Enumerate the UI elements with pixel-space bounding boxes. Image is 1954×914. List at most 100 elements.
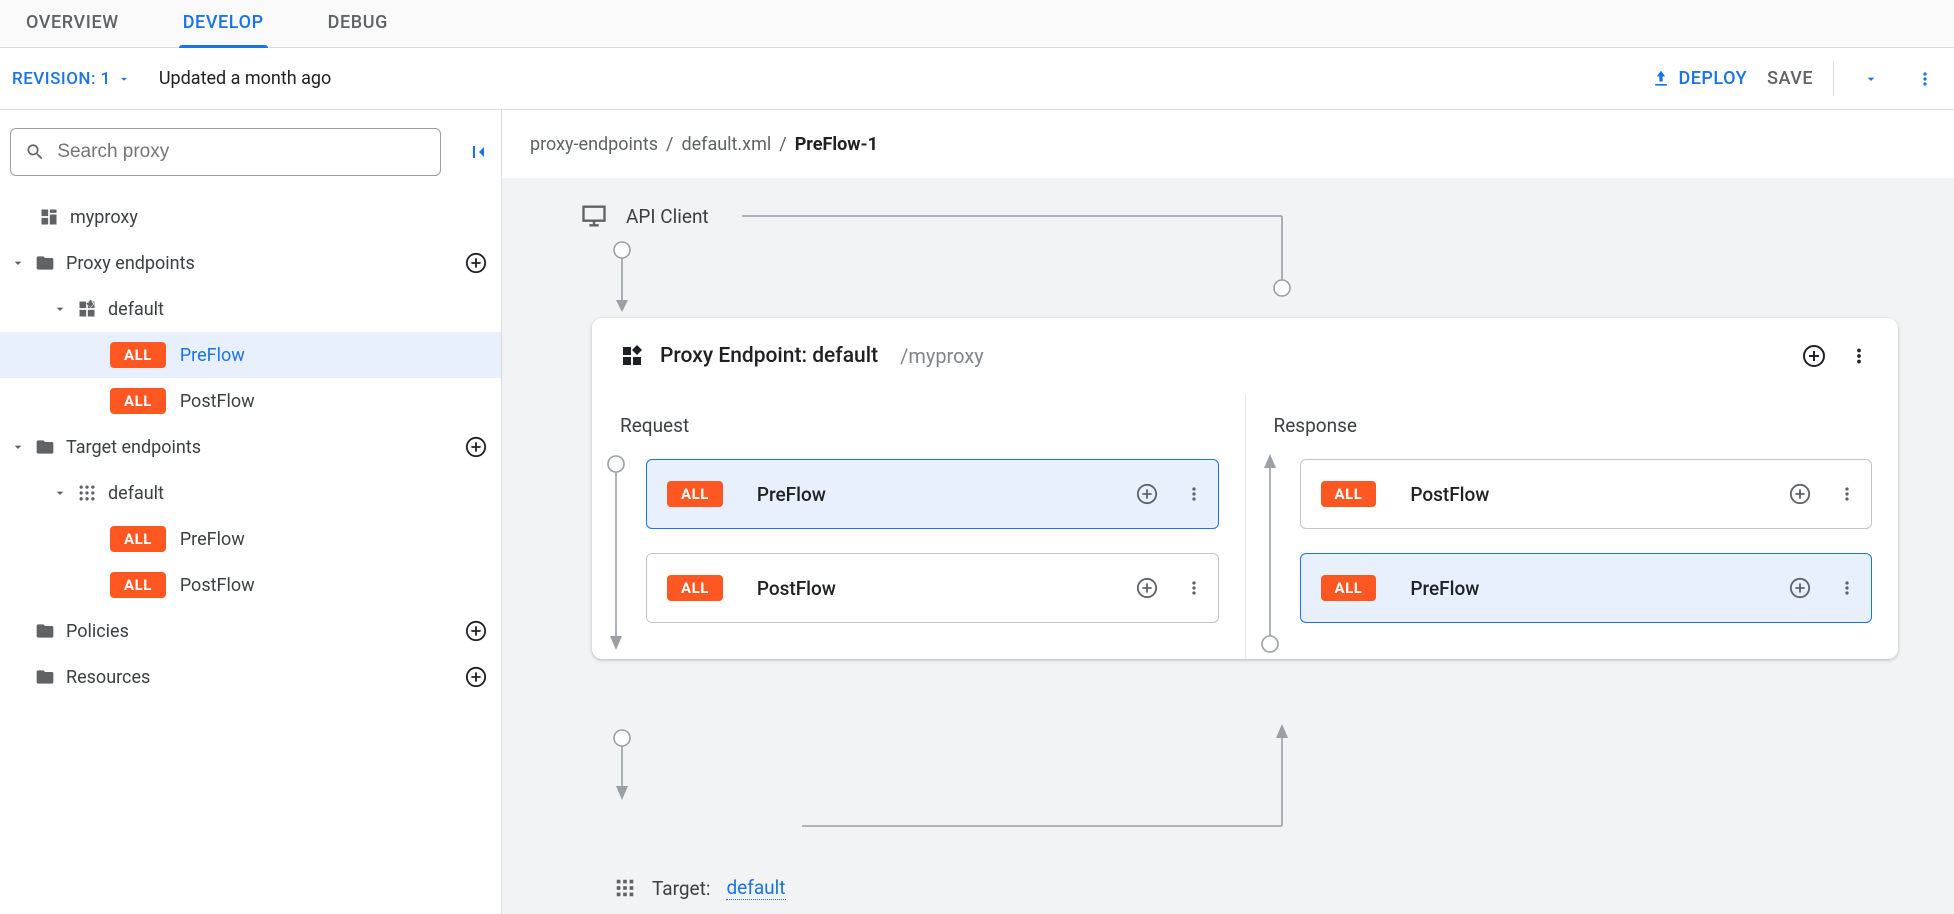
tree-section-resources[interactable]: Resources xyxy=(0,654,501,700)
more-vert-icon xyxy=(1184,484,1204,504)
add-step-button[interactable] xyxy=(1136,483,1158,505)
widgets-icon xyxy=(74,299,100,319)
folder-icon xyxy=(32,437,58,457)
section-label: Target endpoints xyxy=(66,437,465,458)
add-policy-button[interactable] xyxy=(465,620,487,642)
tree-proxy-root[interactable]: myproxy xyxy=(0,194,501,240)
expand-toggle[interactable] xyxy=(46,301,74,317)
expand-toggle[interactable] xyxy=(4,255,32,271)
flow-name: PostFlow xyxy=(1410,483,1489,506)
tree-section-proxy-endpoints[interactable]: Proxy endpoints xyxy=(0,240,501,286)
flow-label: PreFlow xyxy=(180,529,493,550)
canvas: proxy-endpoints / default.xml / PreFlow-… xyxy=(502,110,1954,914)
request-postflow-box[interactable]: ALL PostFlow xyxy=(646,553,1219,623)
plus-circle-icon xyxy=(1789,483,1811,505)
dashboard-icon xyxy=(36,207,62,227)
search-icon xyxy=(25,141,45,163)
collapse-sidebar-button[interactable] xyxy=(467,140,491,164)
save-dropdown-button[interactable] xyxy=(1854,62,1888,96)
target-node: Target: default xyxy=(614,876,786,900)
more-menu-button[interactable] xyxy=(1908,62,1942,96)
expand-toggle[interactable] xyxy=(4,439,32,455)
flow-more-button[interactable] xyxy=(1184,484,1204,504)
add-resource-button[interactable] xyxy=(465,666,487,688)
response-postflow-box[interactable]: ALL PostFlow xyxy=(1300,459,1873,529)
response-arrow xyxy=(1260,454,1280,654)
breadcrumb-current: PreFlow-1 xyxy=(795,134,878,155)
flow-more-button[interactable] xyxy=(1837,484,1857,504)
tree-flow-preflow-target[interactable]: ALL PreFlow xyxy=(0,516,501,562)
plus-circle-icon xyxy=(1136,483,1158,505)
request-heading: Request xyxy=(620,414,1219,437)
deploy-icon xyxy=(1651,69,1671,89)
chevron-down-icon xyxy=(10,255,26,271)
expand-toggle[interactable] xyxy=(46,485,74,501)
tab-overview[interactable]: OVERVIEW xyxy=(24,12,121,47)
flow-label: PostFlow xyxy=(180,575,493,596)
badge-all: ALL xyxy=(110,526,166,552)
target-label: Target: xyxy=(652,877,710,900)
endpoint-more-button[interactable] xyxy=(1848,345,1870,367)
updated-text: Updated a month ago xyxy=(159,68,331,89)
plus-circle-icon xyxy=(465,436,487,458)
more-vert-icon xyxy=(1837,484,1857,504)
response-preflow-box[interactable]: ALL PreFlow xyxy=(1300,553,1873,623)
flow-name: PreFlow xyxy=(1410,577,1479,600)
search-input[interactable] xyxy=(55,140,426,164)
flow-name: PreFlow xyxy=(757,483,826,506)
endpoint-default-label: default xyxy=(108,483,493,504)
flow-more-button[interactable] xyxy=(1184,578,1204,598)
tree-flow-postflow-proxy[interactable]: ALL PostFlow xyxy=(0,378,501,424)
add-target-endpoint-button[interactable] xyxy=(465,436,487,458)
folder-icon xyxy=(32,253,58,273)
separator xyxy=(1833,62,1834,96)
section-label: Resources xyxy=(66,667,465,688)
section-label: Policies xyxy=(66,621,465,642)
toolbar: REVISION: 1 Updated a month ago DEPLOY S… xyxy=(0,48,1954,110)
badge-all: ALL xyxy=(667,575,723,601)
tree-flow-preflow-proxy[interactable]: ALL PreFlow xyxy=(0,332,501,378)
folder-icon xyxy=(32,667,58,687)
collapse-left-icon xyxy=(467,140,491,164)
search-input-wrapper[interactable] xyxy=(10,128,441,176)
add-step-button[interactable] xyxy=(1136,577,1158,599)
apps-icon xyxy=(74,483,100,503)
revision-dropdown[interactable]: REVISION: 1 xyxy=(12,69,131,89)
endpoint-default-label: default xyxy=(108,299,493,320)
proxy-endpoint-card: Proxy Endpoint: default /myproxy Request xyxy=(592,318,1898,659)
tab-debug[interactable]: DEBUG xyxy=(326,12,390,47)
flow-label: PreFlow xyxy=(180,345,493,366)
breadcrumb-part[interactable]: default.xml xyxy=(681,134,771,155)
tree-flow-postflow-target[interactable]: ALL PostFlow xyxy=(0,562,501,608)
flow-more-button[interactable] xyxy=(1837,578,1857,598)
request-preflow-box[interactable]: ALL PreFlow xyxy=(646,459,1219,529)
tree-section-target-endpoints[interactable]: Target endpoints xyxy=(0,424,501,470)
breadcrumb-part[interactable]: proxy-endpoints xyxy=(530,134,658,155)
tab-develop[interactable]: DEVELOP xyxy=(181,12,266,47)
badge-all: ALL xyxy=(667,481,723,507)
chevron-down-icon xyxy=(52,485,68,501)
more-vert-icon xyxy=(1848,345,1870,367)
tree-target-endpoint-default[interactable]: default xyxy=(0,470,501,516)
endpoint-path: /myproxy xyxy=(900,344,984,368)
save-button[interactable]: SAVE xyxy=(1767,68,1813,89)
api-client-node: API Client xyxy=(580,202,1898,230)
chevron-down-icon xyxy=(52,301,68,317)
deploy-button[interactable]: DEPLOY xyxy=(1651,68,1748,89)
request-arrow xyxy=(606,454,626,654)
sidebar: myproxy Proxy endpoints xyxy=(0,110,502,914)
response-heading: Response xyxy=(1274,414,1873,437)
badge-all: ALL xyxy=(110,388,166,414)
chevron-down-icon xyxy=(1863,71,1879,87)
add-step-button[interactable] xyxy=(1789,483,1811,505)
add-step-button[interactable] xyxy=(1789,577,1811,599)
endpoint-title: Proxy Endpoint: default xyxy=(660,344,878,368)
add-flow-button[interactable] xyxy=(1802,344,1826,368)
chevron-down-icon xyxy=(117,72,131,86)
badge-all: ALL xyxy=(110,342,166,368)
add-proxy-endpoint-button[interactable] xyxy=(465,252,487,274)
target-link[interactable]: default xyxy=(726,876,785,900)
tree-section-policies[interactable]: Policies xyxy=(0,608,501,654)
tree: myproxy Proxy endpoints xyxy=(0,194,501,700)
tree-proxy-endpoint-default[interactable]: default xyxy=(0,286,501,332)
